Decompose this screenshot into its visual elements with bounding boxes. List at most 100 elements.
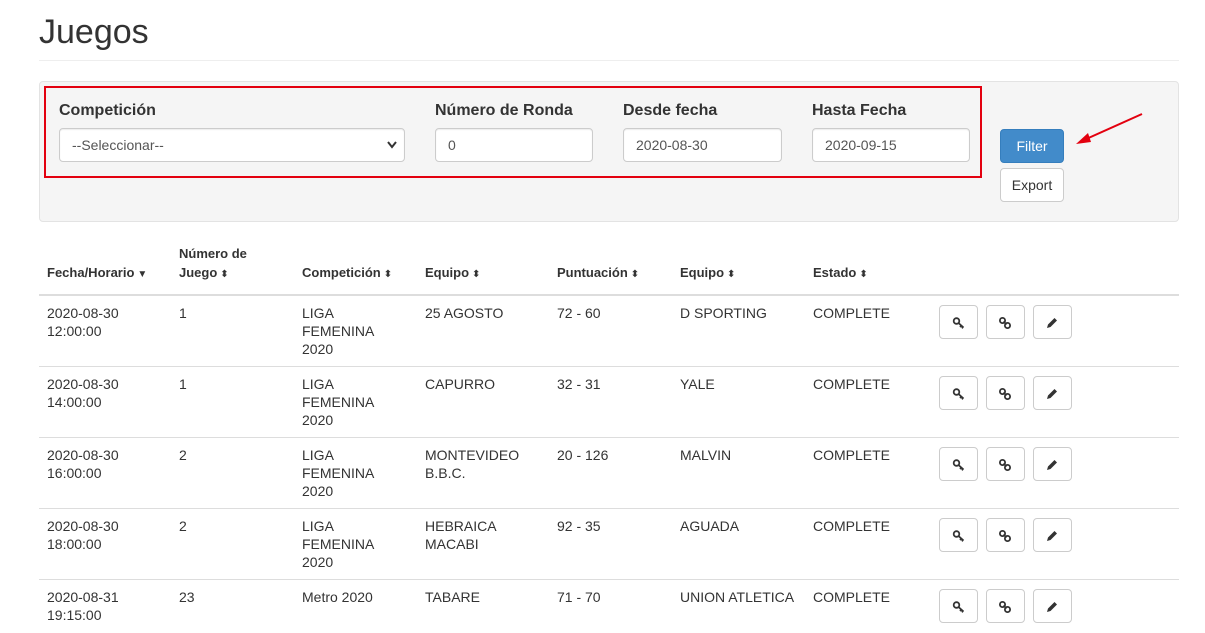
header-puntuacion[interactable]: Puntuación ⬍ <box>549 244 672 296</box>
cell-puntuacion: 92 - 35 <box>549 508 672 580</box>
cell-text-comp1: LIGA FEMENINA <box>302 447 375 481</box>
link-icon <box>999 388 1012 401</box>
cell-fecha: 2020-08-30 14:00:00 <box>39 366 171 438</box>
cell-text-team1a: MONTEVIDEO <box>425 447 520 463</box>
cell-text-score: 71 - 70 <box>557 589 601 605</box>
desde-fecha-input[interactable]: 2020-08-30 <box>623 128 782 162</box>
edit-button[interactable] <box>1032 589 1072 623</box>
key-button[interactable] <box>939 376 978 410</box>
cell-actions <box>931 366 1179 438</box>
sort-icon: ⬍ <box>630 269 640 280</box>
cell-text-comp1: Metro 2020 <box>302 589 373 605</box>
link-button[interactable] <box>985 305 1025 339</box>
cell-text-date: 2020-08-30 <box>47 518 119 534</box>
table-row: 2020-08-30 18:00:00 2 LIGA FEMENINA 2020 H… <box>39 508 1179 580</box>
cell-text-time: 16:00:00 <box>47 465 102 481</box>
cell-text-numero: 2 <box>179 447 187 463</box>
edit-button[interactable] <box>1032 305 1072 339</box>
cell-text-date: 2020-08-30 <box>47 376 119 392</box>
cell-equipo-visitante: YALE <box>672 366 805 438</box>
title-divider <box>39 60 1179 61</box>
link-button[interactable] <box>985 447 1025 481</box>
cell-equipo-visitante: UNION ATLETICA <box>672 579 805 633</box>
cell-text-numero: 23 <box>179 589 195 605</box>
hasta-fecha-label: Hasta Fecha <box>812 102 907 119</box>
ronda-label: Número de Ronda <box>435 102 573 119</box>
pencil-icon <box>1047 602 1058 613</box>
cell-numero: 1 <box>171 366 294 438</box>
ronda-input-value: 0 <box>448 137 456 153</box>
cell-text-team1b: B.B.C. <box>425 465 466 481</box>
desde-fecha-label: Desde fecha <box>623 102 718 119</box>
export-button[interactable]: Export <box>1000 168 1064 202</box>
cell-fecha: 2020-08-30 18:00:00 <box>39 508 171 580</box>
header-equipo-local[interactable]: Equipo ⬍ <box>417 244 549 296</box>
key-button[interactable] <box>939 447 978 481</box>
key-button[interactable] <box>939 589 978 623</box>
cell-text-time: 18:00:00 <box>47 536 102 552</box>
cell-text-team1a: 25 AGOSTO <box>425 305 504 321</box>
link-button[interactable] <box>985 518 1025 552</box>
cell-text-numero: 1 <box>179 305 187 321</box>
header-actions <box>931 244 1179 296</box>
sort-icon: ⬍ <box>727 269 736 280</box>
key-button[interactable] <box>939 305 978 339</box>
cell-text-comp2: 2020 <box>302 554 334 570</box>
filter-button[interactable]: Filter <box>1000 129 1064 163</box>
cell-competicion: Metro 2020 <box>294 579 417 633</box>
ronda-input[interactable]: 0 <box>435 128 593 162</box>
cell-text-team1a: TABARE <box>425 589 480 605</box>
key-icon <box>952 388 964 401</box>
sort-icon: ⬍ <box>383 269 393 280</box>
key-icon <box>952 601 964 614</box>
cell-estado: COMPLETE <box>805 294 931 367</box>
cell-text-time: 14:00:00 <box>47 394 102 410</box>
cell-puntuacion: 71 - 70 <box>549 579 672 633</box>
header-numero[interactable]: Número de Juego ⬍ <box>171 244 294 296</box>
cell-estado: COMPLETE <box>805 508 931 580</box>
link-button[interactable] <box>985 589 1025 623</box>
link-icon <box>999 601 1012 614</box>
cell-numero: 2 <box>171 437 294 509</box>
key-button[interactable] <box>939 518 978 552</box>
cell-text-score: 72 - 60 <box>557 305 601 321</box>
header-estado[interactable]: Estado ⬍ <box>805 244 931 296</box>
cell-text-team2: YALE <box>680 376 715 392</box>
competicion-select[interactable]: --Seleccionar-- <box>59 128 405 162</box>
cell-equipo-local: TABARE <box>417 579 549 633</box>
annotation-arrow-icon <box>1076 113 1143 144</box>
cell-estado: COMPLETE <box>805 366 931 438</box>
header-equipo-visitante[interactable]: Equipo ⬍ <box>672 244 805 296</box>
cell-fecha: 2020-08-31 19:15:00 <box>39 579 171 633</box>
cell-text-estado: COMPLETE <box>813 447 891 463</box>
cell-text-comp1: LIGA FEMENINA <box>302 305 375 339</box>
cell-competicion: LIGA FEMENINA 2020 <box>294 437 417 509</box>
edit-button[interactable] <box>1032 447 1072 481</box>
key-icon <box>952 317 964 330</box>
cell-puntuacion: 20 - 126 <box>549 437 672 509</box>
cell-text-score: 92 - 35 <box>557 518 601 534</box>
cell-equipo-local: 25 AGOSTO <box>417 294 549 367</box>
pencil-icon <box>1047 318 1058 329</box>
edit-button[interactable] <box>1032 518 1072 552</box>
games-table: Fecha/Horario ▼ Número de Juego ⬍ Competic… <box>39 244 1179 633</box>
edit-button[interactable] <box>1032 376 1072 410</box>
header-fecha[interactable]: Fecha/Horario ▼ <box>39 244 171 296</box>
hasta-fecha-value: 2020-09-15 <box>825 137 897 153</box>
cell-equipo-visitante: AGUADA <box>672 508 805 580</box>
cell-text-date: 2020-08-30 <box>47 447 119 463</box>
cell-competicion: LIGA FEMENINA 2020 <box>294 294 417 367</box>
hasta-fecha-input[interactable]: 2020-09-15 <box>812 128 970 162</box>
cell-text-estado: COMPLETE <box>813 589 891 605</box>
header-competicion[interactable]: Competición ⬍ <box>294 244 417 296</box>
cell-fecha: 2020-08-30 12:00:00 <box>39 294 171 367</box>
cell-text-team2: AGUADA <box>680 518 740 534</box>
cell-text-estado: COMPLETE <box>813 518 891 534</box>
cell-text-team1a: CAPURRO <box>425 376 496 392</box>
cell-numero: 2 <box>171 508 294 580</box>
competicion-label: Competición <box>59 102 156 119</box>
cell-text-comp2: 2020 <box>302 483 334 499</box>
table-row: 2020-08-30 16:00:00 2 LIGA FEMENINA 2020 M… <box>39 437 1179 509</box>
cell-text-comp1: LIGA FEMENINA <box>302 518 375 552</box>
link-button[interactable] <box>985 376 1025 410</box>
